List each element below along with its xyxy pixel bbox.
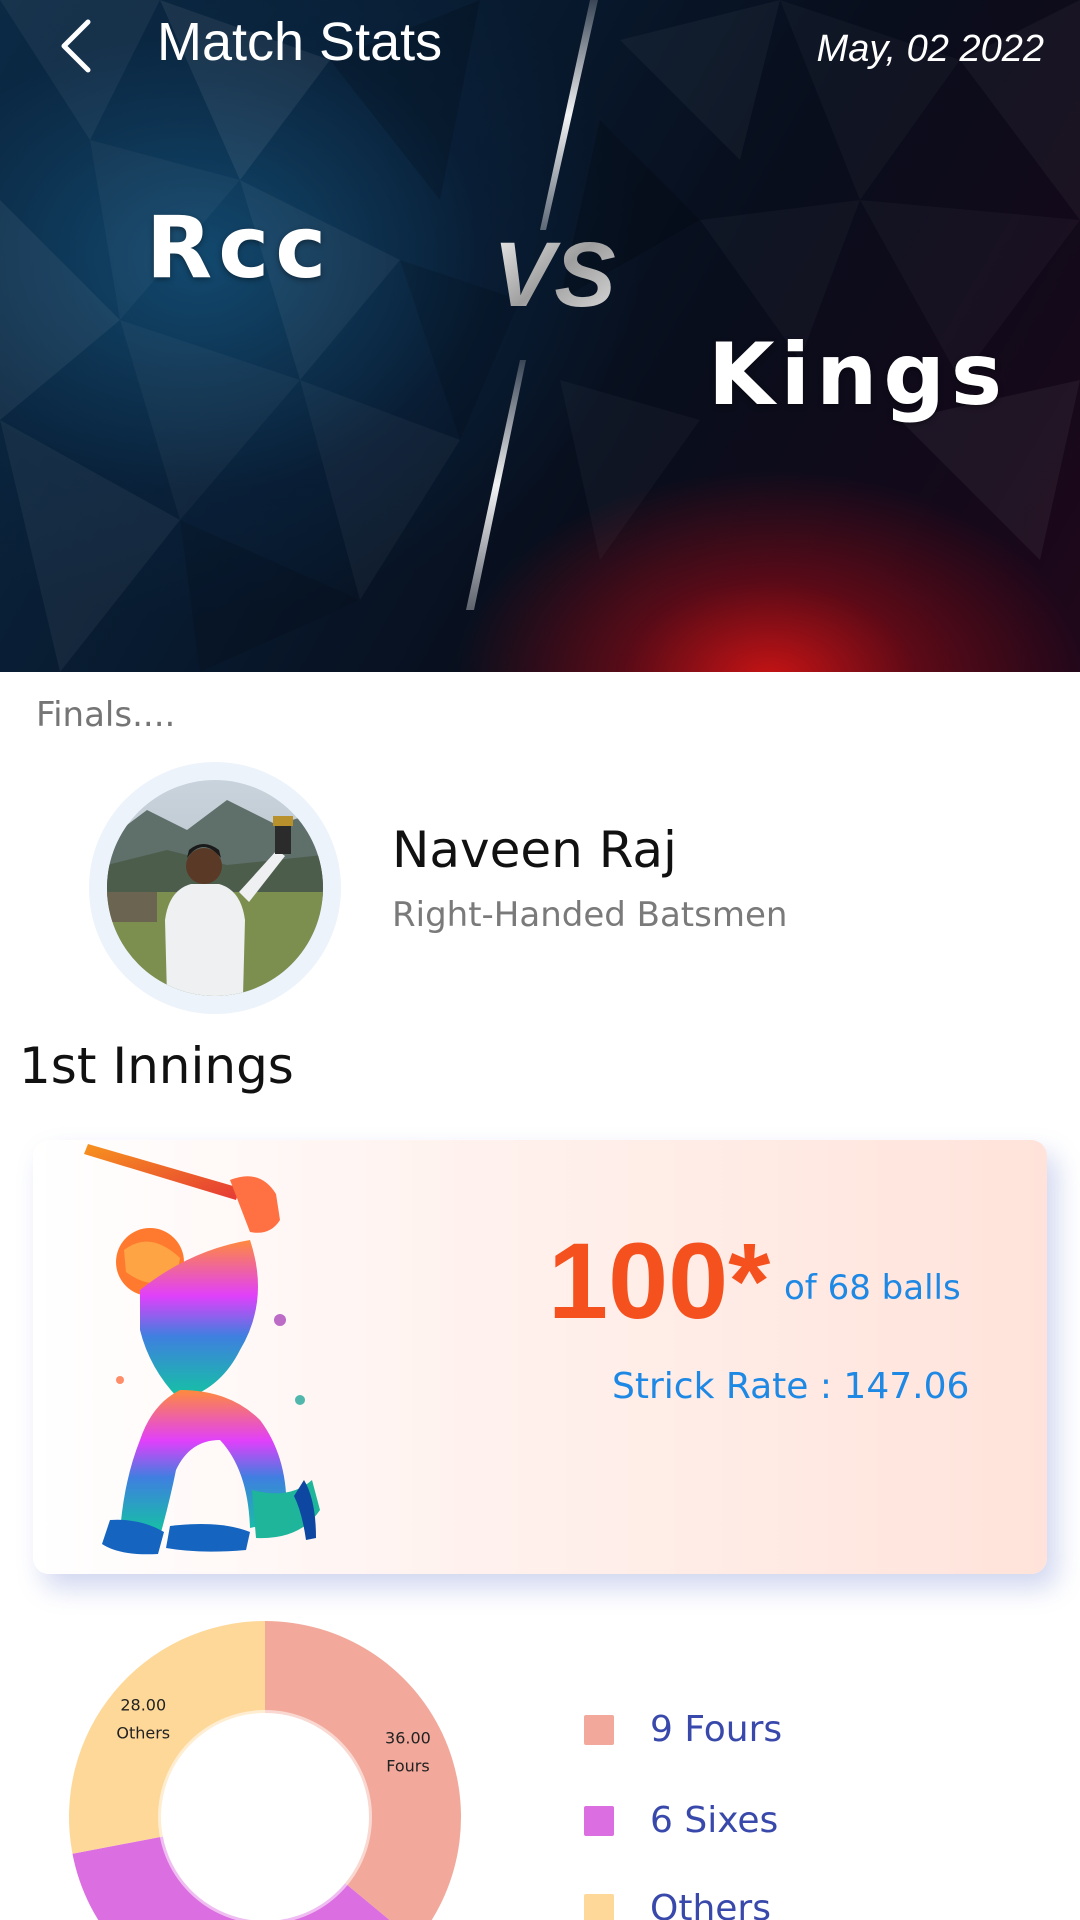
legend-label-sixes: 6 Sixes (650, 1800, 779, 1841)
match-date: May, 02 2022 (816, 28, 1044, 70)
match-stage-label: Finals.... (36, 695, 176, 735)
player-photo (107, 780, 323, 996)
player-name: Naveen Raj (392, 821, 677, 879)
legend-swatch-others (584, 1894, 614, 1920)
svg-text:VS: VS (493, 224, 616, 326)
player-role: Right-Handed Batsmen (392, 895, 788, 935)
balls-faced: of 68 balls (784, 1268, 961, 1308)
legend-label-others: Others (650, 1888, 771, 1920)
donut-value-fours: 36.00 (385, 1729, 431, 1748)
innings-title: 1st Innings (19, 1037, 294, 1095)
legend-swatch-fours (584, 1715, 614, 1745)
back-button[interactable] (46, 14, 106, 78)
vs-slash-bottom (466, 360, 526, 610)
vs-slash-top (540, 0, 598, 230)
legend-item-others: Others (584, 1884, 771, 1920)
team-b-name: Kings (708, 325, 1009, 425)
donut-value-others: 28.00 (120, 1695, 166, 1714)
player-avatar[interactable] (107, 780, 323, 996)
match-banner: VS Match Stats May, 02 2022 Rcc Kings (0, 0, 1080, 672)
team-a-name: Rcc (146, 198, 333, 298)
legend-swatch-sixes (584, 1806, 614, 1836)
strike-rate: Strick Rate : 147.06 (612, 1366, 970, 1407)
runs-scored: 100* (548, 1220, 771, 1341)
batsman-illustration (84, 1144, 320, 1555)
donut-hole (169, 1721, 361, 1913)
donut-label-others: Others (116, 1723, 170, 1742)
legend-item-fours: 9 Fours (584, 1705, 782, 1755)
scoring-donut-chart: 36.00Fours36.00Sixes28.00Others (68, 1621, 461, 1920)
donut-label-fours: Fours (386, 1757, 429, 1776)
legend-label-fours: 9 Fours (650, 1709, 783, 1750)
page-title: Match Stats (157, 12, 443, 72)
chevron-left-icon (61, 19, 91, 73)
legend-item-sixes: 6 Sixes (584, 1796, 778, 1846)
vs-mark: VS (493, 224, 616, 326)
